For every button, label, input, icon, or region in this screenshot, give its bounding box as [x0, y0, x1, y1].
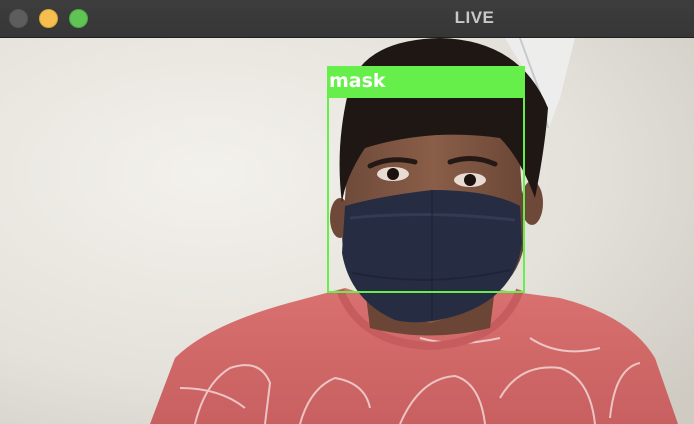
- detection-bounding-box: [327, 96, 525, 293]
- title-bar[interactable]: LIVE: [0, 0, 694, 38]
- live-window: LIVE mask: [0, 0, 694, 424]
- camera-feed: mask: [0, 38, 694, 424]
- window-title: LIVE: [454, 8, 495, 27]
- detection-label: mask: [327, 66, 525, 96]
